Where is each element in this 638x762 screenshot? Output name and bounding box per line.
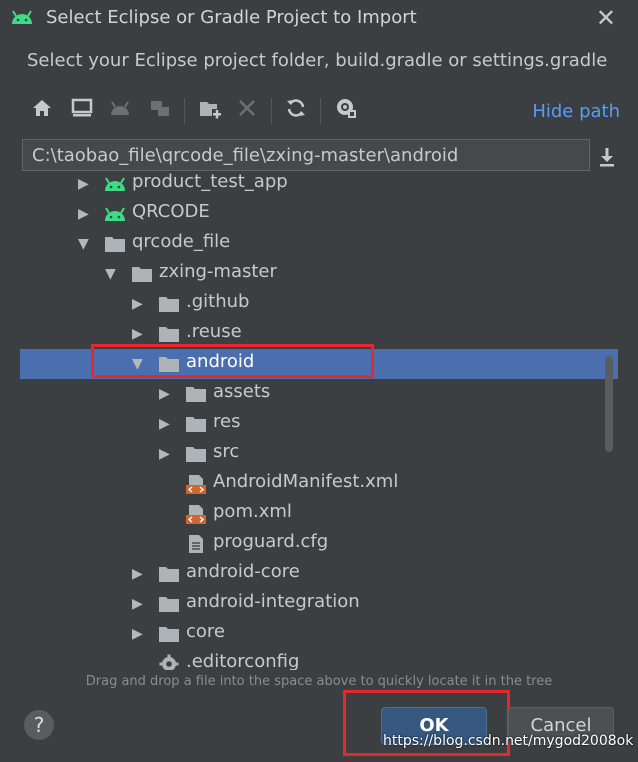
tree-row[interactable]: ▶ assets bbox=[20, 379, 618, 409]
tree-row-label: proguard.cfg bbox=[213, 531, 329, 552]
folder-icon bbox=[159, 627, 179, 642]
chevron-down-icon[interactable]: ▼ bbox=[105, 259, 119, 289]
tree-row[interactable]: ▶ src bbox=[20, 439, 618, 469]
tree-row[interactable]: ▶ core bbox=[20, 619, 618, 649]
toolbar-separator bbox=[184, 98, 185, 124]
folder-icon bbox=[159, 567, 179, 582]
tree-row-label: pom.xml bbox=[213, 501, 292, 522]
download-icon[interactable] bbox=[596, 146, 618, 168]
xml-file-icon bbox=[186, 475, 206, 494]
chevron-right-icon[interactable]: ▶ bbox=[132, 559, 146, 589]
android-icon bbox=[105, 177, 125, 191]
drag-drop-hint: Drag and drop a file into the space abov… bbox=[85, 674, 553, 689]
annotation-highlight-android bbox=[91, 344, 374, 378]
folder-icon bbox=[186, 447, 206, 462]
path-input[interactable] bbox=[23, 140, 589, 170]
tree-row[interactable]: AndroidManifest.xml bbox=[20, 469, 618, 499]
gear-icon bbox=[159, 654, 179, 670]
tree-row-label: zxing-master bbox=[159, 261, 277, 282]
tree-row-label: res bbox=[213, 411, 241, 432]
delete-icon bbox=[239, 100, 255, 116]
refresh-icon[interactable] bbox=[284, 96, 308, 120]
android-icon bbox=[111, 101, 129, 115]
tree-row-label: assets bbox=[213, 381, 271, 402]
tree-row-label: product_test_app bbox=[132, 172, 288, 192]
tree-row-label: AndroidManifest.xml bbox=[213, 471, 399, 492]
tree-row[interactable]: ▶ android-core bbox=[20, 559, 618, 589]
text-file-icon bbox=[189, 535, 203, 553]
folder-icon bbox=[105, 237, 125, 252]
tree-row[interactable]: ▼ zxing-master bbox=[20, 259, 618, 289]
new-folder-icon[interactable] bbox=[198, 96, 222, 120]
tree-row[interactable]: ▼ qrcode_file bbox=[20, 229, 618, 259]
module-icon bbox=[151, 101, 169, 116]
hide-path-link[interactable]: Hide path bbox=[532, 101, 620, 122]
tree-row-label: .github bbox=[186, 291, 250, 312]
help-button[interactable]: ? bbox=[24, 710, 54, 740]
folder-icon bbox=[159, 297, 179, 312]
dialog-subtitle: Select your Eclipse project folder, buil… bbox=[27, 50, 608, 71]
chevron-right-icon[interactable]: ▶ bbox=[78, 199, 92, 229]
chevron-right-icon[interactable]: ▶ bbox=[159, 409, 173, 439]
close-button[interactable]: ✕ bbox=[596, 4, 616, 32]
tree-row[interactable]: ▶ product_test_app bbox=[20, 172, 618, 199]
path-field-container bbox=[22, 139, 590, 171]
watermark: https://blog.csdn.net/mygod2008ok bbox=[383, 733, 634, 749]
tree-row[interactable]: ▶ QRCODE bbox=[20, 199, 618, 229]
folder-icon bbox=[132, 267, 152, 282]
tree-row[interactable]: ▶ android-integration bbox=[20, 589, 618, 619]
file-tree[interactable]: ▶ product_test_app ▶ QRCODE ▼ qrcode_file ▼ zxi… bbox=[20, 172, 618, 670]
folder-icon bbox=[186, 387, 206, 402]
tree-row-label: android-core bbox=[186, 561, 300, 582]
desktop-icon[interactable] bbox=[70, 96, 94, 120]
tree-row-label: src bbox=[213, 441, 240, 462]
tree-scrollbar[interactable] bbox=[605, 356, 613, 452]
chevron-down-icon[interactable]: ▼ bbox=[78, 229, 92, 259]
tree-row-label: .editorconfig bbox=[186, 651, 300, 670]
folder-icon bbox=[186, 417, 206, 432]
chevron-right-icon[interactable]: ▶ bbox=[132, 289, 146, 319]
tree-row-label: QRCODE bbox=[132, 201, 210, 222]
dialog-title: Select Eclipse or Gradle Project to Impo… bbox=[46, 7, 417, 28]
home-icon[interactable] bbox=[30, 96, 54, 120]
tree-row[interactable]: proguard.cfg bbox=[20, 529, 618, 559]
chevron-right-icon[interactable]: ▶ bbox=[159, 379, 173, 409]
tree-row[interactable]: ▶ res bbox=[20, 409, 618, 439]
toolbar-separator bbox=[320, 98, 321, 124]
toolbar-separator bbox=[271, 98, 272, 124]
tree-row-label: qrcode_file bbox=[132, 231, 231, 252]
xml-file-icon bbox=[186, 505, 206, 524]
tree-row-label: .reuse bbox=[186, 321, 242, 342]
show-hidden-icon[interactable] bbox=[334, 96, 358, 120]
tree-row[interactable]: pom.xml bbox=[20, 499, 618, 529]
chevron-right-icon[interactable]: ▶ bbox=[132, 589, 146, 619]
tree-row[interactable]: .editorconfig bbox=[20, 649, 618, 670]
title-bar: Select Eclipse or Gradle Project to Impo… bbox=[0, 0, 638, 36]
chevron-right-icon[interactable]: ▶ bbox=[78, 172, 92, 199]
tree-row-label: android-integration bbox=[186, 591, 360, 612]
tree-row[interactable]: ▶ .github bbox=[20, 289, 618, 319]
android-icon bbox=[105, 207, 125, 221]
tree-row-label: core bbox=[186, 621, 225, 642]
folder-icon bbox=[159, 597, 179, 612]
android-icon bbox=[12, 10, 32, 24]
folder-icon bbox=[159, 327, 179, 342]
chevron-right-icon[interactable]: ▶ bbox=[132, 619, 146, 649]
chevron-right-icon[interactable]: ▶ bbox=[159, 439, 173, 469]
